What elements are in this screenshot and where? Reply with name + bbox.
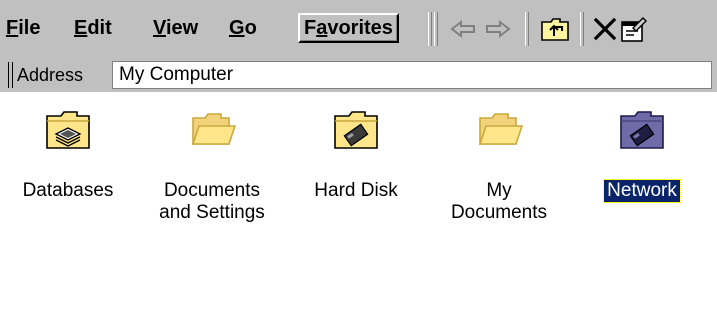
list-item-documents-and-settings[interactable]: Documents and Settings — [137, 104, 287, 234]
menu-view[interactable]: View — [149, 13, 202, 43]
folder-icon — [191, 113, 237, 145]
forward-button[interactable] — [481, 12, 515, 46]
address-label: Address — [17, 65, 84, 85]
item-label-line1: Documents — [163, 180, 261, 201]
list-item-network[interactable]: Network — [567, 104, 717, 234]
menu-edit-mnemonic: E — [74, 17, 88, 39]
menu-go-label: o — [244, 17, 257, 39]
menu-favorites[interactable]: Favorites — [298, 13, 399, 43]
item-label-line2: Documents — [450, 202, 548, 223]
menu-file-mnemonic: F — [6, 17, 19, 39]
item-label-line1: My — [486, 180, 512, 201]
list-item-databases[interactable]: Databases — [0, 104, 143, 234]
database-icon — [46, 111, 90, 149]
toolbar-separator — [525, 12, 529, 46]
up-folder-icon — [541, 18, 569, 41]
close-icon — [593, 17, 617, 41]
menu-favorites-mnemonic: a — [316, 17, 328, 39]
item-label: Hard Disk — [311, 180, 400, 202]
menu-edit-label: dit — [87, 17, 112, 39]
network-folder-icon — [620, 111, 664, 149]
item-label: Databases — [20, 180, 117, 202]
properties-button[interactable] — [617, 12, 651, 46]
up-folder-button[interactable] — [538, 12, 572, 46]
list-item-my-documents[interactable]: My Documents — [424, 104, 574, 234]
menu-view-mnemonic: V — [153, 17, 166, 39]
forward-arrow-icon — [486, 19, 511, 39]
toolbar-separator-2 — [580, 12, 584, 46]
menu-file[interactable]: File — [2, 13, 44, 43]
item-label: My Documents — [448, 180, 550, 224]
hard-disk-icon — [334, 111, 378, 149]
menu-edit[interactable]: Edit — [70, 13, 116, 43]
menu-view-label: iew — [165, 17, 199, 39]
toolbar-grip[interactable] — [428, 12, 432, 46]
menu-go-mnemonic: G — [229, 17, 245, 39]
address-bar: Address My Computer — [0, 58, 717, 92]
item-label-line1: Hard Disk — [314, 180, 398, 201]
folder-icon — [478, 113, 524, 145]
menu-toolbar: File Edit View Go Favorites — [0, 0, 717, 58]
item-label: Documents and Settings — [156, 180, 268, 224]
properties-icon — [621, 17, 647, 42]
item-label-line1: Databases — [22, 180, 114, 201]
back-arrow-icon — [450, 19, 475, 39]
menu-favorites-first: F — [304, 17, 317, 39]
list-item-hard-disk[interactable]: Hard Disk — [281, 104, 431, 234]
back-button[interactable] — [446, 12, 480, 46]
item-label-line1: Network — [607, 180, 677, 201]
menu-go[interactable]: Go — [225, 13, 261, 43]
item-label: Network — [603, 179, 681, 203]
address-input[interactable]: My Computer — [112, 61, 712, 89]
file-list-view[interactable]: Databases Documents and Settings Hard Di… — [0, 92, 717, 327]
address-bar-grip[interactable] — [8, 62, 13, 88]
toolbar-grip-2[interactable] — [434, 12, 438, 46]
menu-file-label: ile — [18, 17, 41, 39]
item-label-line2: and Settings — [159, 202, 265, 223]
menu-favorites-label: vorites — [327, 17, 393, 39]
